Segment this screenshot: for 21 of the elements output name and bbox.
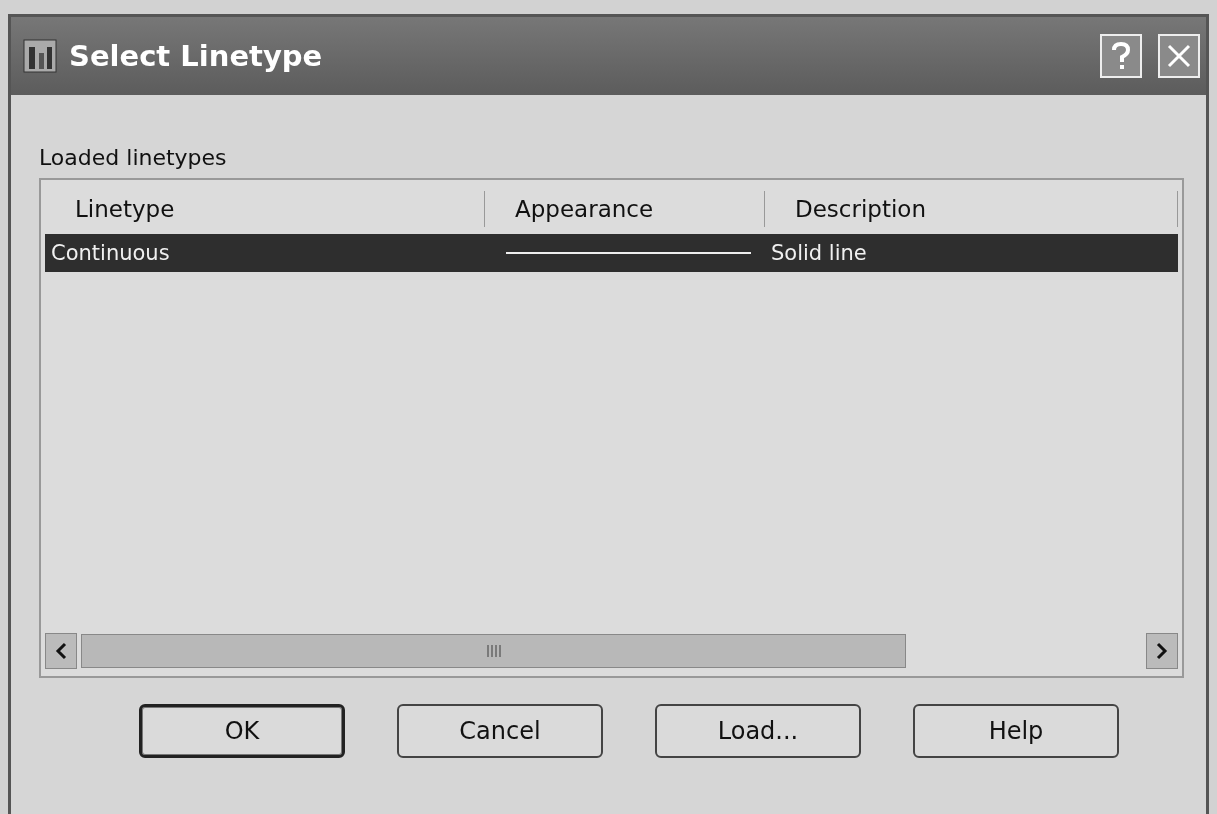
column-header[interactable]: Appearance: [485, 191, 765, 227]
column-header[interactable]: Description: [765, 191, 1178, 227]
list-row[interactable]: Continuous Solid line: [45, 234, 1178, 272]
group-label: Loaded linetypes: [39, 145, 228, 170]
help-button[interactable]: [1100, 34, 1142, 78]
linetype-name: Continuous: [50, 241, 171, 265]
question-icon: [1111, 42, 1131, 70]
scroll-right-button[interactable]: [1146, 633, 1178, 669]
dialog-button[interactable]: Cancel: [397, 704, 603, 758]
window-title: Select Linetype: [69, 39, 324, 73]
dialog-button[interactable]: Load...: [655, 704, 861, 758]
close-button[interactable]: [1158, 34, 1200, 78]
close-icon: [1166, 43, 1192, 69]
scroll-left-button[interactable]: [45, 633, 77, 669]
grip-icon: [485, 644, 502, 658]
column-header[interactable]: Linetype: [45, 191, 485, 227]
linetype-description: Solid line: [770, 241, 868, 265]
app-icon: [23, 39, 57, 73]
dialog-button[interactable]: Help: [913, 704, 1119, 758]
dialog-button[interactable]: OK: [139, 704, 345, 758]
scroll-thumb[interactable]: [81, 634, 906, 668]
